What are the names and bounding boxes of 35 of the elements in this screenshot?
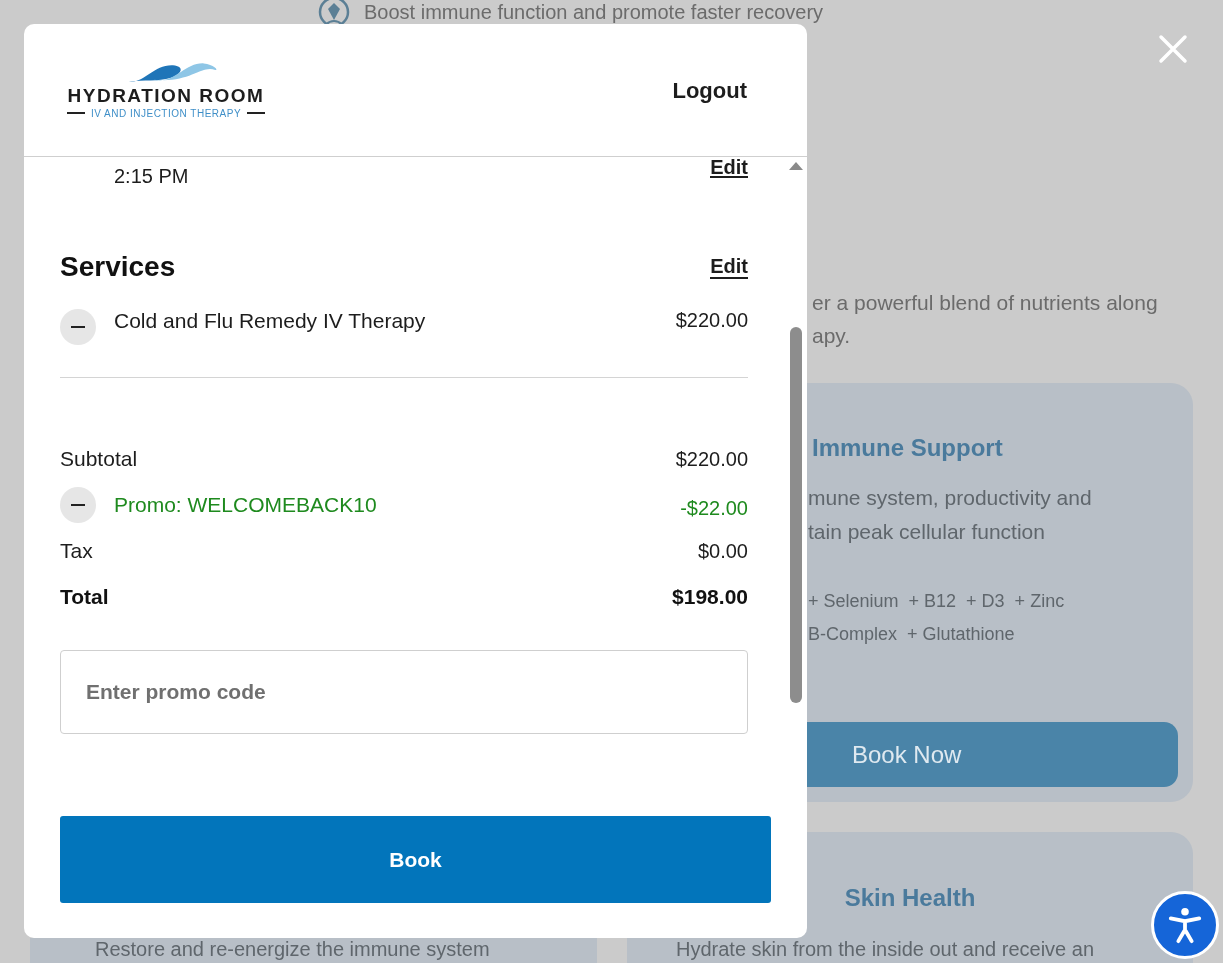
service-price: $220.00 xyxy=(675,308,748,333)
logout-link[interactable]: Logout xyxy=(672,73,747,107)
logo-text: HYDRATION ROOM xyxy=(67,85,265,106)
logo-tagline: IV AND INJECTION THERAPY xyxy=(90,106,242,121)
summary-label: Tax xyxy=(60,538,93,565)
book-button[interactable]: Book xyxy=(60,816,771,903)
card-description: tain peak cellular function xyxy=(808,519,1045,545)
scroll-up-icon[interactable] xyxy=(789,161,803,171)
accessibility-icon xyxy=(1166,906,1204,944)
appointment-time: 2:15 PM xyxy=(113,164,189,189)
benefit-text: Boost immune function and promote faster recovery xyxy=(364,2,824,22)
promo-amount: -$22.00 xyxy=(680,496,748,521)
intro-text: er a powerful blend of nutrients along xyxy=(812,290,1158,316)
promo-label: Promo: WELCOMEBACK10 xyxy=(114,492,377,519)
edit-link[interactable]: Edit xyxy=(710,255,748,279)
total-label: Total xyxy=(60,584,109,611)
summary-amount: $220.00 xyxy=(675,447,748,472)
service-name: Cold and Flu Remedy IV Therapy xyxy=(114,308,426,334)
section-title: Services xyxy=(60,250,176,284)
ingredient-list: B-Complex + Glutathione xyxy=(808,621,1015,648)
remove-button[interactable] xyxy=(60,309,96,345)
total-amount: $198.00 xyxy=(672,584,748,611)
intro-text: apy. xyxy=(812,323,851,349)
promo-code-field[interactable]: Enter promo code xyxy=(60,650,748,734)
remove-button[interactable] xyxy=(60,487,96,523)
scrollbar-thumb[interactable] xyxy=(790,327,802,703)
edit-link[interactable]: Edit xyxy=(710,158,748,178)
card-title: Immune Support xyxy=(812,433,1003,463)
ingredient-list: + Selenium + B12 + D3 + Zinc xyxy=(808,588,1065,615)
card-title: Skin Health xyxy=(843,883,977,913)
card-description: mune system, productivity and xyxy=(808,485,1092,511)
summary-label: Subtotal xyxy=(60,446,138,473)
summary-amount: $0.00 xyxy=(697,539,748,564)
card-description: Restore and re-energize the immune system xyxy=(95,938,490,960)
card-description: Hydrate skin from the inside out and receive an xyxy=(676,937,1094,962)
